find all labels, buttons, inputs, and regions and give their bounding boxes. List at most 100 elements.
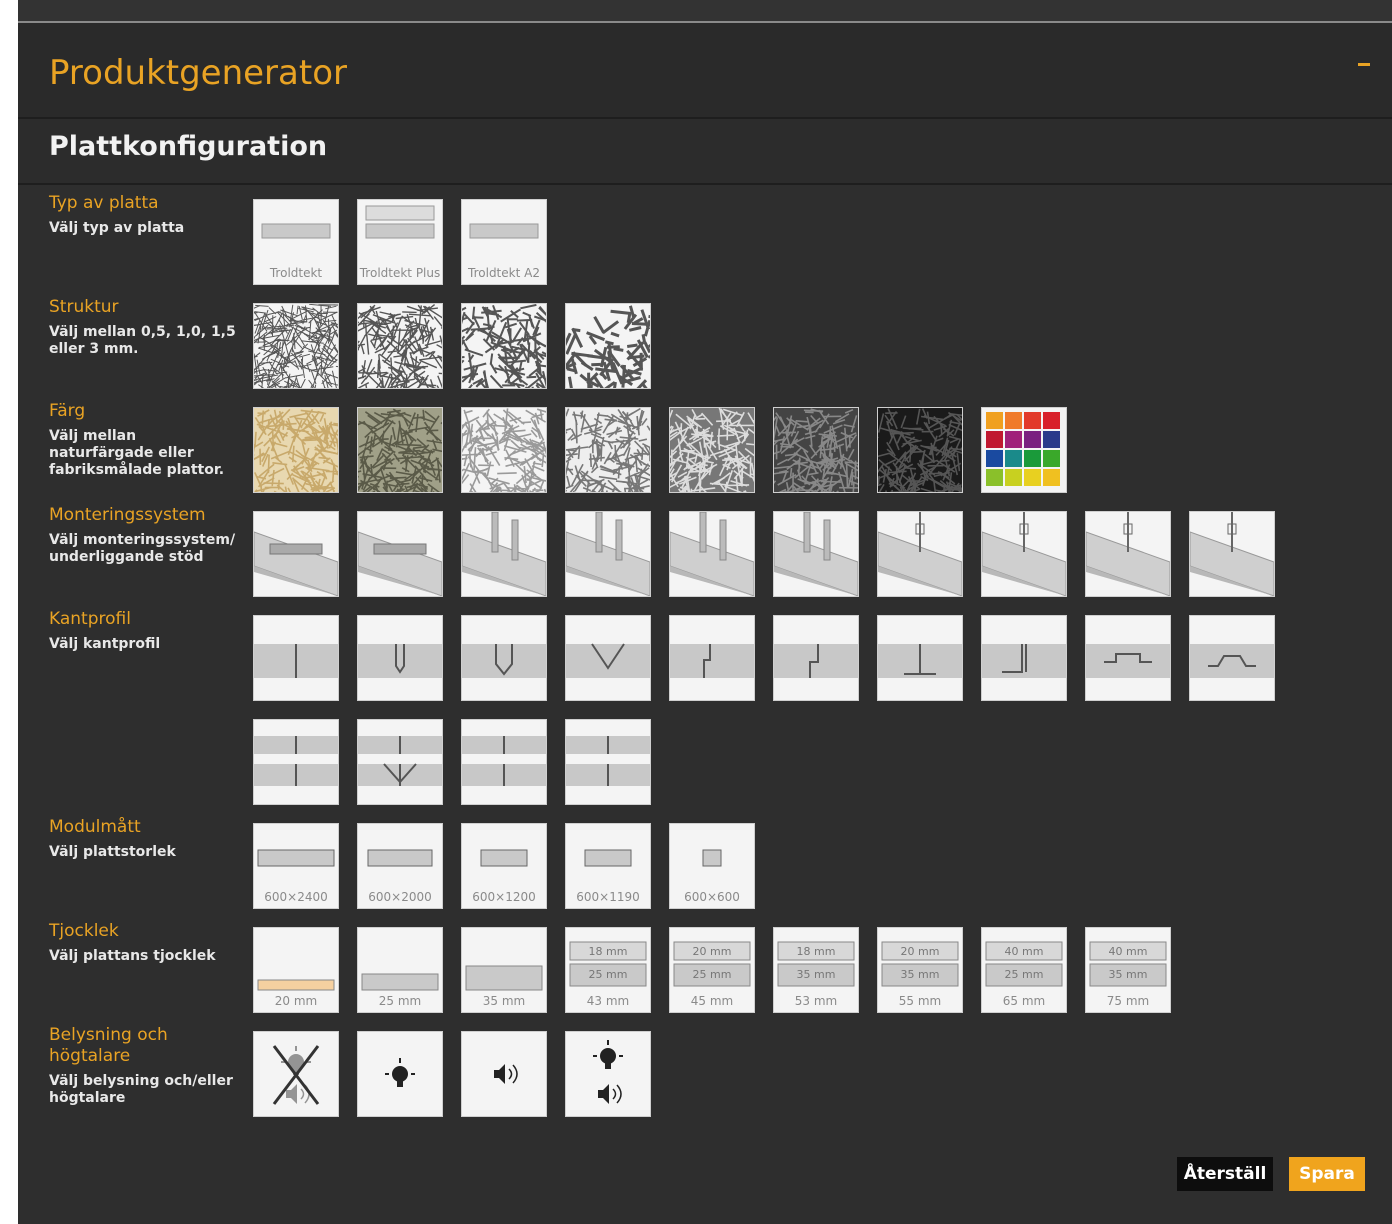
typ-option[interactable]: Troldtekt A2 [461, 199, 547, 285]
tile-caption: 600×2000 [368, 890, 432, 904]
tile-graphic [774, 512, 858, 596]
struktur-option[interactable] [357, 303, 443, 389]
tile-graphic [774, 644, 858, 678]
farg-option-palette[interactable] [981, 407, 1067, 493]
tile-caption: 35 mm [482, 994, 526, 1008]
modulmatt-option[interactable]: 600×600 [669, 823, 755, 909]
label-struktur-title: Struktur [49, 297, 119, 317]
tile-caption: 75 mm [1106, 994, 1150, 1008]
montering-option[interactable] [357, 511, 443, 597]
tile-caption: Troldtekt A2 [468, 266, 540, 280]
tjocklek-option[interactable]: 40 mm 25 mm 65 mm [981, 927, 1067, 1013]
struktur-option[interactable] [253, 303, 339, 389]
tjocklek-option[interactable]: 20 mm [253, 927, 339, 1013]
kantprofil-option[interactable] [773, 615, 859, 701]
kantprofil-option[interactable] [461, 719, 547, 805]
tile-graphic [358, 736, 442, 786]
montering-option[interactable] [981, 511, 1067, 597]
kantprofil-option[interactable] [253, 719, 339, 805]
tile-graphic [878, 644, 962, 678]
label-typ: Typ av platta Välj typ av platta [49, 193, 239, 237]
montering-option[interactable] [669, 511, 755, 597]
section-title: Plattkonfiguration [49, 131, 328, 162]
typ-option[interactable]: Troldtekt Plus [357, 199, 443, 285]
tjocklek-option[interactable]: 18 mm 35 mm 53 mm [773, 927, 859, 1013]
struktur-option[interactable] [565, 303, 651, 389]
tjocklek-option[interactable]: 18 mm 25 mm 43 mm [565, 927, 651, 1013]
tile-graphic [358, 531, 442, 596]
tile-caption: 45 mm [690, 994, 734, 1008]
tjocklek-option[interactable]: 20 mm 25 mm 45 mm [669, 927, 755, 1013]
tile-graphic [566, 512, 650, 596]
modulmatt-option[interactable]: 600×1200 [461, 823, 547, 909]
farg-option[interactable] [773, 407, 859, 493]
reset-button[interactable]: Återställ [1177, 1157, 1273, 1191]
label-kantprofil-title: Kantprofil [49, 609, 131, 629]
kantprofil-option[interactable] [669, 615, 755, 701]
kantprofil-option[interactable] [357, 615, 443, 701]
montering-option[interactable] [565, 511, 651, 597]
label-belysning: Belysning och högtalare Välj belysning o… [49, 1025, 239, 1107]
modulmatt-option[interactable]: 600×2400 [253, 823, 339, 909]
product-generator-panel: Produktgenerator Plattkonfiguration Typ … [18, 0, 1392, 1224]
montering-option[interactable] [253, 511, 339, 597]
kantprofil-option[interactable] [565, 719, 651, 805]
belysning-option[interactable] [565, 1031, 651, 1117]
kantprofil-option[interactable] [565, 615, 651, 701]
layer-label: 18 mm [588, 945, 628, 958]
montering-option[interactable] [877, 511, 963, 597]
belysning-option[interactable] [461, 1031, 547, 1117]
modulmatt-option[interactable]: 600×2000 [357, 823, 443, 909]
tjocklek-option[interactable]: 25 mm [357, 927, 443, 1013]
tile-graphic [462, 408, 546, 492]
kantprofil-option[interactable] [253, 615, 339, 701]
farg-option[interactable] [357, 407, 443, 493]
collapse-icon[interactable] [1358, 63, 1370, 66]
typ-option[interactable]: Troldtekt [253, 199, 339, 285]
kantprofil-option[interactable] [1085, 615, 1171, 701]
tile-graphic [670, 644, 754, 678]
kantprofil-option[interactable] [877, 615, 963, 701]
montering-option[interactable] [461, 511, 547, 597]
tile-graphic [982, 512, 1066, 596]
tile-caption: 55 mm [898, 994, 942, 1008]
farg-option[interactable] [877, 407, 963, 493]
farg-option[interactable] [669, 407, 755, 493]
farg-option[interactable] [253, 407, 339, 493]
tjocklek-option[interactable]: 20 mm 35 mm 55 mm [877, 927, 963, 1013]
label-montering-title: Monteringssystem [49, 505, 206, 525]
kantprofil-option[interactable] [357, 719, 443, 805]
tile-graphic [462, 304, 546, 388]
tile-graphic [254, 736, 338, 786]
label-kantprofil-subtitle: Välj kantprofil [49, 636, 161, 652]
farg-option[interactable] [461, 407, 547, 493]
save-button[interactable]: Spara [1289, 1157, 1365, 1191]
kantprofil-option[interactable] [981, 615, 1067, 701]
label-tjocklek-subtitle: Välj plattans tjocklek [49, 948, 216, 964]
label-typ-title: Typ av platta [49, 193, 159, 213]
label-farg-title: Färg [49, 401, 86, 421]
farg-option[interactable] [565, 407, 651, 493]
tile-caption: 600×1190 [576, 890, 640, 904]
label-belysning-title: Belysning och högtalare [49, 1025, 168, 1066]
struktur-option[interactable] [461, 303, 547, 389]
layer-label: 20 mm [692, 945, 732, 958]
belysning-option[interactable] [357, 1031, 443, 1117]
kantprofil-option[interactable] [1189, 615, 1275, 701]
header: Produktgenerator [18, 23, 1392, 119]
tile-graphic [566, 304, 650, 388]
modulmatt-option[interactable]: 600×1190 [565, 823, 651, 909]
tile-graphic [670, 408, 754, 492]
montering-option[interactable] [1189, 511, 1275, 597]
tjocklek-option[interactable]: 40 mm 35 mm 75 mm [1085, 927, 1171, 1013]
kantprofil-option[interactable] [461, 615, 547, 701]
layer-label: 25 mm [1004, 968, 1044, 981]
belysning-option[interactable] [253, 1031, 339, 1117]
tile-graphic [566, 643, 650, 678]
tjocklek-option[interactable]: 35 mm [461, 927, 547, 1013]
tile-graphic [494, 1064, 518, 1084]
montering-option[interactable] [773, 511, 859, 597]
layer-label: 40 mm [1004, 945, 1044, 958]
tile-graphic [566, 736, 650, 786]
montering-option[interactable] [1085, 511, 1171, 597]
